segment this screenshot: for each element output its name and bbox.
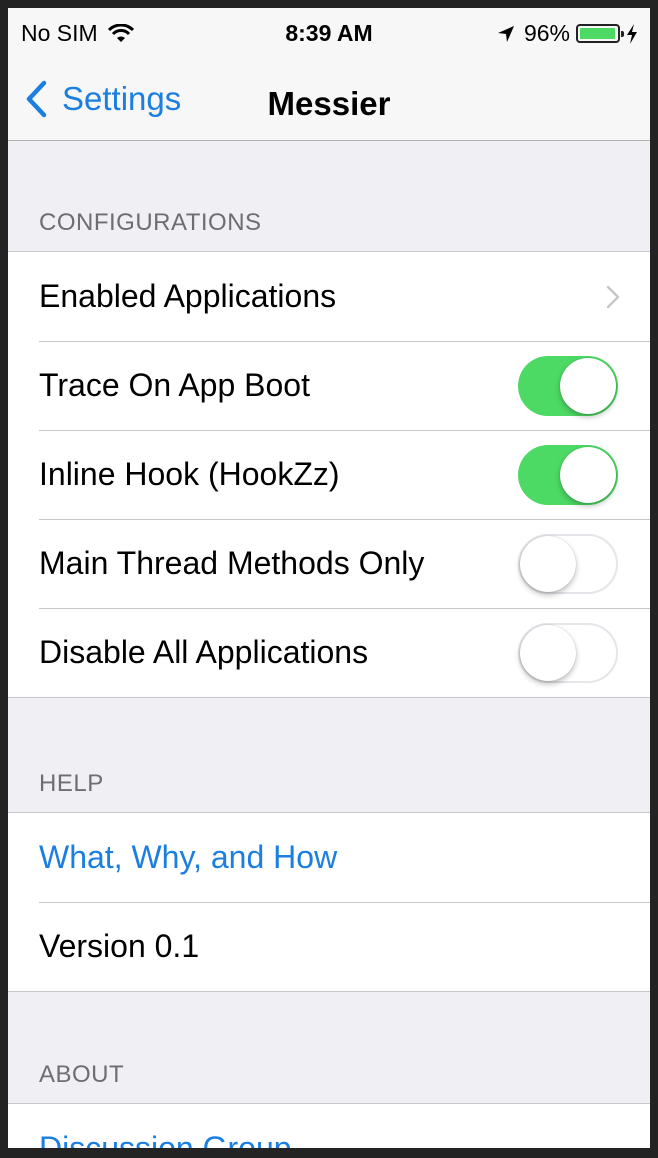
trace-on-app-boot-toggle[interactable] [518,355,618,416]
row-main-thread-methods-only: Main Thread Methods Only [8,519,650,608]
row-trace-on-app-boot: Trace On App Boot [8,341,650,430]
main-thread-methods-only-toggle[interactable] [518,533,618,594]
row-label: Trace On App Boot [39,367,310,403]
settings-screen: No SIM 8:39 AM 96% Settings Messier CONF… [8,8,650,1148]
row-discussion-group[interactable]: Discussion Group [8,1104,650,1148]
navigation-bar: Settings Messier [8,58,650,141]
status-right: 96% [496,20,638,47]
battery-icon [576,24,624,43]
section-header-about: ABOUT [39,1061,125,1088]
about-group: Discussion Group [8,1103,650,1148]
row-version: Version 0.1 [8,902,650,991]
page-title: Messier [267,85,391,122]
row-label: Main Thread Methods Only [39,545,425,581]
row-label: Disable All Applications [39,634,369,670]
row-label: Enabled Applications [39,278,337,314]
chevron-right-icon [606,285,620,308]
section-header-configurations: CONFIGURATIONS [39,209,262,236]
status-bar: No SIM 8:39 AM 96% [8,8,650,58]
row-enabled-applications[interactable]: Enabled Applications [8,252,650,341]
row-disable-all-applications: Disable All Applications [8,608,650,697]
battery-percent: 96% [523,20,570,46]
help-link: What, Why, and How [39,839,338,875]
section-header-help: HELP [39,770,104,797]
row-inline-hook: Inline Hook (HookZz) [8,430,650,519]
battery-fill [580,28,615,39]
version-label: Version 0.1 [39,928,200,964]
location-arrow-icon [497,25,514,42]
inline-hook-toggle[interactable] [518,444,618,505]
discussion-group-link: Discussion Group [39,1130,292,1148]
charging-bolt-icon [627,23,637,44]
disable-all-applications-toggle[interactable] [518,622,618,683]
help-group: What, Why, and How Version 0.1 [8,812,650,992]
row-label: Inline Hook (HookZz) [39,456,340,492]
row-what-why-how[interactable]: What, Why, and How [8,813,650,902]
configurations-group: Enabled Applications Trace On App Boot I… [8,251,650,698]
